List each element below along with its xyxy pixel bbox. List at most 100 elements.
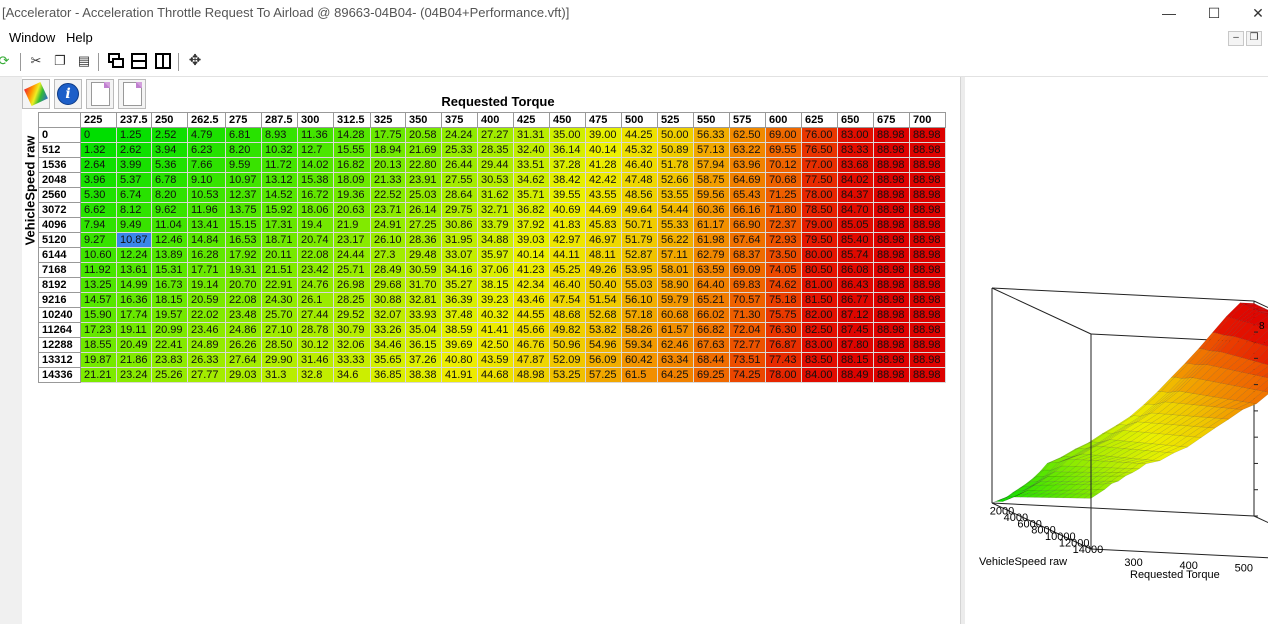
table-cell[interactable]: 10.32 (261, 142, 298, 158)
table-cell[interactable]: 35.00 (549, 127, 586, 143)
table-cell[interactable]: 25.33 (441, 142, 478, 158)
table-cell[interactable]: 11.96 (187, 202, 226, 218)
table-cell[interactable]: 42.34 (513, 277, 550, 293)
table-cell[interactable]: 22.02 (187, 307, 226, 323)
table-cell[interactable]: 24.44 (333, 247, 371, 263)
table-cell[interactable]: 6.81 (225, 127, 262, 143)
table-cell[interactable]: 24.24 (441, 127, 478, 143)
table-cell[interactable]: 65.21 (693, 292, 730, 308)
row-header[interactable]: 2048 (38, 172, 81, 188)
column-header[interactable]: 700 (909, 112, 946, 128)
table-cell[interactable]: 19.4 (297, 217, 334, 233)
table-cell[interactable]: 5.36 (151, 157, 188, 173)
table-cell[interactable]: 72.77 (729, 337, 766, 353)
table-cell[interactable]: 18.15 (151, 292, 188, 308)
table-cell[interactable]: 79.00 (801, 217, 838, 233)
table-cell[interactable]: 87.12 (837, 307, 874, 323)
table-cell[interactable]: 36.14 (549, 142, 586, 158)
table-cell[interactable]: 33.26 (370, 322, 406, 338)
column-header[interactable]: 325 (370, 112, 406, 128)
table-cell[interactable]: 47.48 (621, 172, 658, 188)
table-cell[interactable]: 16.73 (151, 277, 188, 293)
table-cell[interactable]: 26.26 (225, 337, 262, 353)
table-cell[interactable]: 19.14 (187, 277, 226, 293)
table-cell[interactable]: 67.64 (729, 232, 766, 248)
table-cell[interactable]: 15.90 (80, 307, 117, 323)
table-cell[interactable]: 18.55 (80, 337, 117, 353)
table-cell[interactable]: 67.63 (693, 337, 730, 353)
close-button[interactable]: ✕ (1248, 3, 1268, 23)
row-header[interactable]: 512 (38, 142, 81, 158)
table-cell[interactable]: 6.62 (80, 202, 117, 218)
table-cell[interactable]: 13.89 (151, 247, 188, 263)
table-cell[interactable]: 23.91 (405, 172, 442, 188)
table-cell[interactable]: 27.27 (477, 127, 514, 143)
table-cell[interactable]: 61.98 (693, 232, 730, 248)
table-cell[interactable]: 30.79 (333, 322, 371, 338)
table-cell[interactable]: 49.64 (621, 202, 658, 218)
table-cell[interactable]: 52.09 (549, 352, 586, 368)
table-cell[interactable]: 30.88 (370, 292, 406, 308)
selected-table-cell[interactable]: 10.87 (116, 232, 152, 248)
table-cell[interactable]: 26.10 (370, 232, 406, 248)
table-cell[interactable]: 35.65 (370, 352, 406, 368)
table-cell[interactable]: 73.51 (729, 352, 766, 368)
table-cell[interactable]: 52.87 (621, 247, 658, 263)
table-cell[interactable]: 78.00 (765, 367, 802, 383)
table-cell[interactable]: 63.22 (729, 142, 766, 158)
row-header[interactable]: 2560 (38, 187, 81, 203)
table-cell[interactable]: 83.33 (837, 142, 874, 158)
table-cell[interactable]: 31.46 (297, 352, 334, 368)
table-cell[interactable]: 39.00 (585, 127, 622, 143)
table-cell[interactable]: 11.36 (297, 127, 334, 143)
table-cell[interactable]: 35.71 (513, 187, 550, 203)
table-cell[interactable]: 44.55 (513, 307, 550, 323)
window-refresh-icon[interactable]: ⟳ (0, 53, 12, 69)
table-cell[interactable]: 35.27 (441, 277, 478, 293)
table-cell[interactable]: 88.98 (909, 337, 946, 353)
table-cell[interactable]: 18.71 (261, 232, 298, 248)
table-cell[interactable]: 88.98 (909, 172, 946, 188)
table-cell[interactable]: 22.80 (405, 157, 442, 173)
column-header[interactable]: 225 (80, 112, 117, 128)
table-cell[interactable]: 34.88 (477, 232, 514, 248)
table-cell[interactable]: 37.26 (405, 352, 442, 368)
table-cell[interactable]: 41.23 (513, 262, 550, 278)
table-cell[interactable]: 14.57 (80, 292, 117, 308)
column-header[interactable]: 350 (405, 112, 442, 128)
table-cell[interactable]: 88.98 (909, 202, 946, 218)
table-cell[interactable]: 30.59 (405, 262, 442, 278)
table-cell[interactable]: 53.95 (621, 262, 658, 278)
table-cell[interactable]: 70.12 (765, 157, 802, 173)
table-cell[interactable]: 16.53 (225, 232, 262, 248)
table-cell[interactable]: 32.81 (405, 292, 442, 308)
table-cell[interactable]: 28.64 (441, 187, 478, 203)
table-cell[interactable]: 11.92 (80, 262, 117, 278)
table-cell[interactable]: 29.75 (441, 202, 478, 218)
table-cell[interactable]: 58.01 (657, 262, 694, 278)
column-header[interactable]: 275 (225, 112, 262, 128)
table-cell[interactable]: 86.77 (837, 292, 874, 308)
table-cell[interactable]: 88.98 (873, 337, 910, 353)
menu-help[interactable]: Help (66, 30, 93, 45)
table-cell[interactable]: 16.82 (333, 157, 371, 173)
table-cell[interactable]: 29.44 (477, 157, 514, 173)
table-cell[interactable]: 44.25 (621, 127, 658, 143)
table-cell[interactable]: 59.34 (621, 337, 658, 353)
table-cell[interactable]: 88.98 (909, 307, 946, 323)
table-cell[interactable]: 20.74 (297, 232, 334, 248)
table-cell[interactable]: 7.94 (80, 217, 117, 233)
table-cell[interactable]: 88.49 (837, 367, 874, 383)
table-cell[interactable]: 45.32 (621, 142, 658, 158)
table-cell[interactable]: 21.33 (370, 172, 406, 188)
table-cell[interactable]: 88.98 (909, 157, 946, 173)
table-cell[interactable]: 62.50 (729, 127, 766, 143)
table-cell[interactable]: 81.50 (801, 292, 838, 308)
table-cell[interactable]: 45.25 (549, 262, 586, 278)
table-cell[interactable]: 57.13 (693, 142, 730, 158)
table-cell[interactable]: 26.1 (297, 292, 334, 308)
table-cell[interactable]: 5.37 (116, 172, 152, 188)
tile-vertical-icon[interactable] (155, 53, 171, 69)
table-cell[interactable]: 46.76 (513, 337, 550, 353)
table-cell[interactable]: 26.14 (405, 202, 442, 218)
